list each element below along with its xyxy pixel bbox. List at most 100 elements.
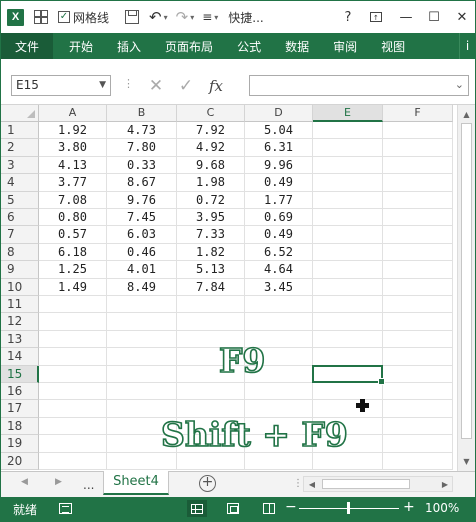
cell-a10[interactable]: 1.49 — [39, 278, 107, 296]
row-header-11[interactable]: 11 — [1, 296, 39, 314]
horizontal-scroll-thumb[interactable] — [322, 479, 410, 489]
cell-f4[interactable] — [383, 174, 453, 192]
row-header-8[interactable]: 8 — [1, 243, 39, 262]
cell-e2[interactable] — [313, 139, 383, 157]
cell-c5[interactable]: 0.72 — [177, 191, 245, 209]
cell-d10[interactable]: 3.45 — [245, 278, 313, 296]
table-icon[interactable] — [34, 10, 48, 24]
cell-e16[interactable] — [313, 383, 383, 401]
tab-insert[interactable]: 插入 — [105, 33, 153, 59]
row-header-2[interactable]: 2 — [1, 139, 39, 157]
cell-f7[interactable] — [383, 226, 453, 244]
scroll-left-icon[interactable]: ◀ — [305, 477, 319, 491]
cell-e4[interactable] — [313, 174, 383, 192]
zoom-level[interactable]: 100% — [425, 501, 459, 515]
close-button[interactable]: ✕ — [451, 1, 473, 33]
cell-f12[interactable] — [383, 313, 453, 331]
cell-f5[interactable] — [383, 191, 453, 209]
cell-a3[interactable]: 4.13 — [39, 156, 107, 175]
cell-f17[interactable] — [383, 400, 453, 418]
cell-d12[interactable] — [245, 313, 313, 331]
row-header-10[interactable]: 10 — [1, 278, 39, 296]
tab-file[interactable]: 文件 — [1, 33, 54, 59]
scroll-right-icon[interactable]: ▶ — [438, 477, 452, 491]
cell-f1[interactable] — [383, 122, 453, 140]
cell-c16[interactable] — [177, 383, 245, 401]
column-header-a[interactable]: A — [39, 105, 107, 122]
cell-b15[interactable] — [107, 365, 177, 383]
undo-icon[interactable]: ↶ — [149, 8, 162, 26]
cell-e13[interactable] — [313, 330, 383, 349]
cell-f10[interactable] — [383, 278, 453, 296]
row-header-3[interactable]: 3 — [1, 156, 39, 175]
cell-a6[interactable]: 0.80 — [39, 209, 107, 227]
column-header-f[interactable]: F — [383, 105, 453, 122]
cell-a11[interactable] — [39, 296, 107, 314]
customize-qat-icon[interactable]: ≡ — [202, 10, 212, 24]
more-sheets-button[interactable]: ... — [83, 478, 94, 492]
cell-c2[interactable]: 4.92 — [177, 139, 245, 157]
tab-review[interactable]: 审阅 — [321, 33, 369, 59]
cell-b13[interactable] — [107, 330, 177, 349]
cell-b9[interactable]: 4.01 — [107, 261, 177, 279]
cell-b20[interactable] — [107, 452, 177, 470]
zoom-slider-thumb[interactable] — [347, 502, 350, 514]
cell-b7[interactable]: 6.03 — [107, 226, 177, 244]
column-header-b[interactable]: B — [107, 105, 177, 122]
tab-overflow[interactable]: i — [459, 33, 475, 59]
undo-dropdown-icon[interactable]: ▾ — [164, 13, 168, 22]
tab-view[interactable]: 视图 — [369, 33, 417, 59]
cell-d7[interactable]: 0.49 — [245, 226, 313, 244]
cell-b10[interactable]: 8.49 — [107, 278, 177, 296]
row-header-20[interactable]: 20 — [1, 452, 39, 470]
cell-f6[interactable] — [383, 209, 453, 227]
cell-c12[interactable] — [177, 313, 245, 331]
cell-a14[interactable] — [39, 348, 107, 366]
help-button[interactable]: ? — [339, 1, 357, 33]
cancel-icon[interactable]: ✕ — [141, 76, 171, 96]
cell-d3[interactable]: 9.96 — [245, 156, 313, 175]
scroll-up-icon[interactable]: ▲ — [458, 106, 475, 122]
cell-e8[interactable] — [313, 243, 383, 262]
row-header-6[interactable]: 6 — [1, 209, 39, 227]
expand-formula-icon[interactable]: ⌄ — [455, 78, 464, 91]
minimize-button[interactable]: — — [395, 1, 417, 33]
cell-f13[interactable] — [383, 330, 453, 349]
cell-b6[interactable]: 7.45 — [107, 209, 177, 227]
tab-data[interactable]: 数据 — [273, 33, 321, 59]
cell-c10[interactable]: 7.84 — [177, 278, 245, 296]
cell-d11[interactable] — [245, 296, 313, 314]
cell-e7[interactable] — [313, 226, 383, 244]
tab-split-handle-icon[interactable]: ⋮ — [293, 478, 303, 489]
cell-d8[interactable]: 6.52 — [245, 243, 313, 262]
cell-a7[interactable]: 0.57 — [39, 226, 107, 244]
row-header-9[interactable]: 9 — [1, 261, 39, 279]
ribbon-display-options-button[interactable]: ↑ — [365, 1, 387, 33]
resize-handle-icon[interactable]: ⋮ — [123, 77, 135, 90]
cell-e1[interactable] — [313, 122, 383, 140]
cell-c9[interactable]: 5.13 — [177, 261, 245, 279]
cell-b11[interactable] — [107, 296, 177, 314]
tab-home[interactable]: 开始 — [53, 33, 105, 59]
horizontal-scrollbar[interactable]: ◀ ▶ — [303, 476, 453, 492]
cell-d9[interactable]: 4.64 — [245, 261, 313, 279]
normal-view-button[interactable] — [187, 500, 207, 517]
select-all-corner[interactable] — [1, 105, 39, 122]
insert-function-icon[interactable]: fx — [201, 77, 231, 95]
cell-f20[interactable] — [383, 452, 453, 470]
cell-d16[interactable] — [245, 383, 313, 401]
cell-d4[interactable]: 0.49 — [245, 174, 313, 192]
cell-f15[interactable] — [383, 365, 453, 383]
worksheet-grid[interactable]: A B C D E F 1 1.92 4.73 7.92 5.04 2 3.80 7.80 4.92 6.31… — [1, 105, 457, 471]
cell-a17[interactable] — [39, 400, 107, 418]
cell-b5[interactable]: 9.76 — [107, 191, 177, 209]
row-header-16[interactable]: 16 — [1, 383, 39, 401]
cell-b2[interactable]: 7.80 — [107, 139, 177, 157]
cell-b8[interactable]: 0.46 — [107, 243, 177, 262]
row-header-17[interactable]: 17 — [1, 400, 39, 418]
cell-c1[interactable]: 7.92 — [177, 122, 245, 140]
cell-e20[interactable] — [313, 452, 383, 470]
cell-e10[interactable] — [313, 278, 383, 296]
cell-f18[interactable] — [383, 417, 453, 436]
page-layout-view-button[interactable] — [223, 500, 243, 517]
